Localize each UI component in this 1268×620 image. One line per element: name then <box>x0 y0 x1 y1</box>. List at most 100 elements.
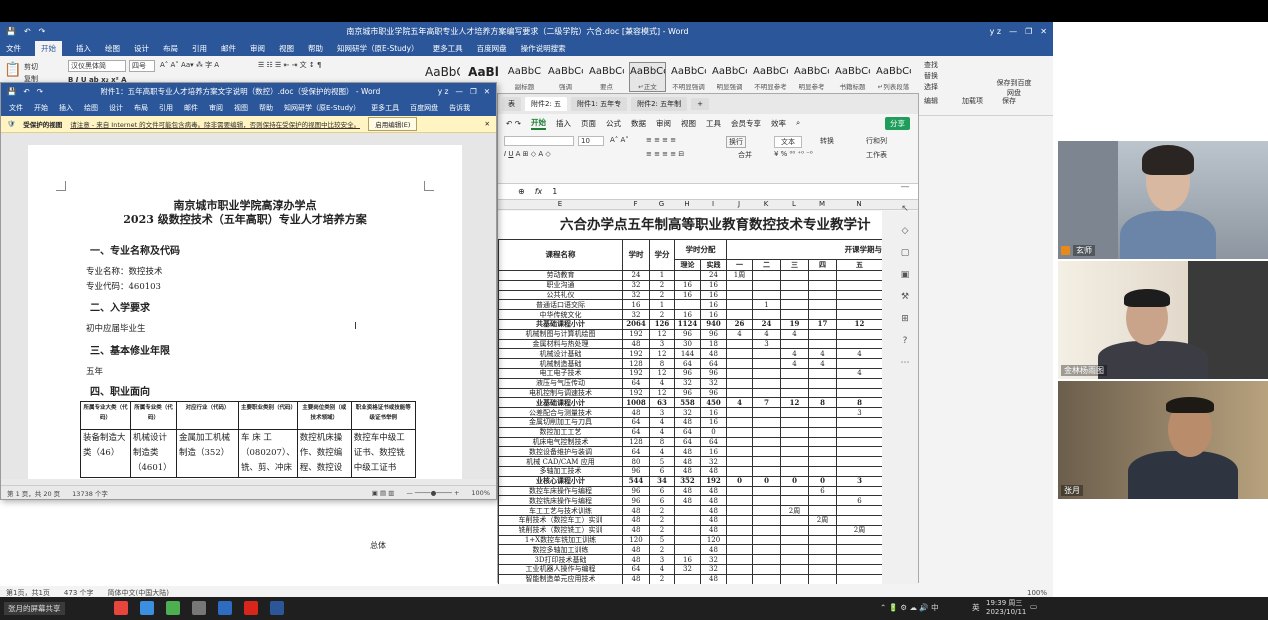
front-menu-item[interactable]: 百度网盘 <box>410 103 438 113</box>
back-menu-item[interactable]: 文件 <box>6 43 21 54</box>
style-item[interactable]: AaBbCcDi ↵正文 <box>629 62 666 92</box>
back-menu-item[interactable]: 审阅 <box>250 43 265 54</box>
table-row[interactable]: 多轴加工技术 96 6 48 48 <box>498 465 882 477</box>
sheet-menu-item[interactable]: 会员专享 <box>731 118 761 129</box>
paste-icon[interactable]: 📋 <box>4 62 21 78</box>
find-button[interactable]: 查找 <box>924 60 938 70</box>
sheet-menu-item[interactable]: 工具 <box>706 118 721 129</box>
zoom-slider[interactable]: — ────●──── + <box>406 489 459 497</box>
font-name-select[interactable]: 汉仪黑体简 <box>68 60 126 72</box>
participant-tile-3[interactable]: 张月 <box>1058 381 1268 499</box>
sheet-menu-item[interactable]: 开始 <box>530 117 546 130</box>
tray-icons[interactable]: ⌃ 🔋 ⚙ ☁ 🔊 中 <box>880 602 939 613</box>
side-tool-icon[interactable]: ⚒ <box>897 292 913 314</box>
front-redo-icon[interactable]: ↷ <box>37 87 43 96</box>
word-icon[interactable] <box>270 601 284 615</box>
back-user-name[interactable]: y z <box>990 27 1001 36</box>
cut-button[interactable]: 剪切 <box>24 62 38 72</box>
column-letter[interactable]: E <box>498 200 622 208</box>
save-icon[interactable]: 💾 <box>6 27 16 36</box>
table-row[interactable]: 公共礼仪 32 2 16 16 <box>498 289 882 301</box>
sheet-doc-tab[interactable]: 附件1: 五年专 <box>571 97 628 111</box>
table-row[interactable]: 劳动教育 24 1 24 1周 <box>498 270 882 281</box>
close-bar-icon[interactable]: ✕ <box>485 120 490 128</box>
front-menu-item[interactable]: 布局 <box>134 103 148 113</box>
worksheet-button[interactable]: 工作表 <box>866 150 887 160</box>
front-user-name[interactable]: y z <box>438 87 449 96</box>
table-row[interactable]: 机械制图与计算机绘图 192 12 96 96 4 4 4 <box>498 328 882 340</box>
table-row[interactable]: 电机控制与调速技术 192 12 96 96 <box>498 387 882 399</box>
font-size-select[interactable]: 四号 <box>129 60 155 72</box>
sheet-menu-item[interactable]: 页面 <box>581 118 596 129</box>
cell-value[interactable]: 1 <box>552 187 557 196</box>
side-image-icon[interactable]: ▣ <box>897 270 913 292</box>
font-size-icons[interactable]: A˄ A˅ <box>610 136 629 144</box>
front-close-icon[interactable]: ✕ <box>484 87 490 96</box>
maximize-icon[interactable]: ❐ <box>1025 27 1032 36</box>
front-menu-item[interactable]: 告诉我 <box>449 103 470 113</box>
column-letter[interactable]: H <box>674 200 700 208</box>
table-row[interactable]: 共基础课程小计 2064 126 1124 940 26 24 19 17 12 <box>498 318 882 330</box>
table-row[interactable]: 公差配合与测量技术 48 3 32 16 3 <box>498 407 882 418</box>
sheet-doc-tab[interactable]: 表 <box>502 97 521 111</box>
share-button[interactable]: 分享 <box>885 116 910 130</box>
column-letter[interactable]: F <box>622 200 649 208</box>
back-menu-item[interactable]: 邮件 <box>221 43 236 54</box>
table-row[interactable]: 液压与气压传动 64 4 32 32 <box>498 377 882 389</box>
table-row[interactable]: 数控设备维护与装调 64 4 48 16 <box>498 446 882 458</box>
table-row[interactable]: 机械制造基础 128 8 64 64 4 4 <box>498 358 882 369</box>
back-menu-item[interactable]: 视图 <box>279 43 294 54</box>
align-icons[interactable]: ≡ ≡ ≡ ≡ <box>646 136 676 144</box>
column-letter[interactable]: K <box>752 200 780 208</box>
table-row[interactable]: 业基础课程小计 1008 63 558 450 4 7 12 8 8 <box>498 397 882 409</box>
style-item[interactable]: AaBbCcDi 不明显强调 <box>670 62 707 92</box>
front-menu-item[interactable]: 知网研学（原E-Study） <box>284 103 360 113</box>
side-shape-icon[interactable]: ◇ <box>897 226 913 248</box>
style-item[interactable]: AaBbCcD 强调 <box>547 62 584 92</box>
ime-lang[interactable]: 英 <box>972 602 980 613</box>
chrome-icon[interactable] <box>114 601 128 615</box>
redo-icon[interactable]: ↷ <box>39 27 46 36</box>
front-menu-item[interactable]: 邮件 <box>184 103 198 113</box>
table-row[interactable]: 智能制造单元应用技术 48 2 48 <box>498 573 882 584</box>
table-row[interactable]: 车工工艺与技术训练 48 2 48 2周 <box>498 505 882 516</box>
document-page[interactable]: 南京城市职业学院高淳办学点 2023 级数控技术（五年高职）专业人才培养方案 一… <box>28 145 462 479</box>
number-icons[interactable]: ¥ % ⁰⁰ ⁺⁰ ⁻⁰ <box>774 150 813 158</box>
column-letter[interactable]: M <box>808 200 836 208</box>
select-button[interactable]: 选择 <box>924 82 938 92</box>
participant-tile-1[interactable]: 玄师 <box>1058 141 1268 259</box>
minimize-icon[interactable]: — <box>1009 27 1017 36</box>
front-menu-item[interactable]: 引用 <box>159 103 173 113</box>
table-row[interactable]: 机床电气控制技术 128 8 64 64 <box>498 436 882 448</box>
back-menu-item[interactable]: 设计 <box>134 43 149 54</box>
addins-label[interactable]: 加载项 <box>962 96 983 106</box>
sheet-menu-item[interactable]: 视图 <box>681 118 696 129</box>
front-doc-area[interactable]: 南京城市职业学院高淳办学点 2023 级数控技术（五年高职）专业人才培养方案 一… <box>1 133 496 479</box>
table-row[interactable]: 中华传统文化 32 2 16 16 <box>498 309 882 320</box>
table-row[interactable]: 数控多轴加工训练 48 2 48 <box>498 544 882 556</box>
back-menu-item[interactable]: 绘图 <box>105 43 120 54</box>
number-format[interactable]: 文本 <box>774 136 802 148</box>
style-item[interactable]: AaBbC 副标题 <box>506 62 543 92</box>
convert-button[interactable]: 转换 <box>820 136 834 146</box>
back-menu-item[interactable]: 插入 <box>76 43 91 54</box>
front-menu-item[interactable]: 绘图 <box>84 103 98 113</box>
sheet-doc-tab[interactable]: + <box>691 98 710 110</box>
table-row[interactable]: 3D打印技术基础 48 3 16 32 <box>498 554 882 565</box>
back-menu-item[interactable]: 开始 <box>35 40 62 56</box>
sheet-menu-item[interactable]: 插入 <box>556 118 571 129</box>
style-item[interactable]: AaBbCcD 不明显参考 <box>752 62 789 92</box>
style-item[interactable]: AaBbCcDi 明显强调 <box>711 62 748 92</box>
front-menu-item[interactable]: 设计 <box>109 103 123 113</box>
undo-icon[interactable]: ↶ <box>24 27 31 36</box>
back-menu-item[interactable]: 帮助 <box>308 43 323 54</box>
participant-tile-2[interactable]: 金林杨雨图 <box>1058 261 1268 379</box>
back-menu-item[interactable]: 引用 <box>192 43 207 54</box>
table-row[interactable]: 金属材料与热处理 48 3 30 18 3 <box>498 338 882 350</box>
front-undo-icon[interactable]: ↶ <box>23 87 29 96</box>
front-maximize-icon[interactable]: ❐ <box>470 87 477 96</box>
font-grow-icon[interactable]: A˄ A˅ Aa▾ ⁂ 字 A <box>160 60 219 70</box>
table-row[interactable]: 1+X数控车铣加工训练 120 5 120 <box>498 534 882 546</box>
merge-button[interactable]: 合并 <box>738 150 752 160</box>
column-letter[interactable]: G <box>649 200 674 208</box>
